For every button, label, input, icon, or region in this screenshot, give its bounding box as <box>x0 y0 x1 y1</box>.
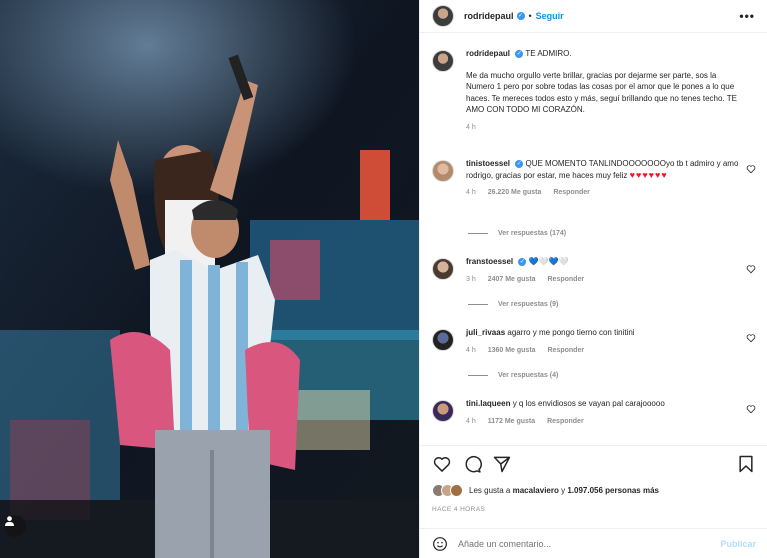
comment-time[interactable]: 4 h <box>466 189 476 196</box>
comment-text: agarro y me pongo tierno con tinitini <box>507 328 635 337</box>
comment-likes[interactable]: 2407 Me gusta <box>488 276 536 283</box>
comment-item: tini.laqueen y q los envidiosos se vayan… <box>432 398 756 427</box>
view-replies-label: Ver respuestas (4) <box>498 372 559 379</box>
likes-summary[interactable]: Les gusta a macalaviero y 1.097.056 pers… <box>432 484 659 497</box>
verified-badge-icon: ✓ <box>518 257 527 266</box>
caption-username[interactable]: rodridepaul <box>466 49 510 58</box>
comment-input[interactable] <box>458 538 698 549</box>
commenter-avatar[interactable] <box>432 160 454 182</box>
likes-count[interactable]: 1.097.056 personas más <box>567 486 659 495</box>
add-comment-bar: Publicar <box>420 528 767 558</box>
post-time-ago[interactable]: HACE 4 HORAS <box>432 506 485 513</box>
view-replies-label: Ver respuestas (9) <box>498 301 559 308</box>
comment-time[interactable]: 4 h <box>466 347 476 354</box>
comment-text: 💙🤍💙🤍 <box>528 257 569 266</box>
comment-likes[interactable]: 1360 Me gusta <box>488 347 536 354</box>
caption-text: Me da mucho orgullo verte brillar, graci… <box>466 70 737 115</box>
comment-time[interactable]: 4 h <box>466 418 476 425</box>
comment-text: y q los envidiosos se vayan pal carajooo… <box>512 399 665 408</box>
view-replies-button[interactable]: Ver respuestas (9) <box>468 301 558 308</box>
like-heart-icon[interactable] <box>432 454 452 474</box>
caption-title: TE ADMIRO. <box>525 49 572 58</box>
comment-username[interactable]: juli_rivaas <box>466 328 505 337</box>
comment-item: franstoessel ✓ 💙🤍💙🤍 3 h 2407 Me gusta Re… <box>432 256 756 285</box>
comment-item: juli_rivaas agarro y me pongo tierno con… <box>432 327 756 356</box>
comments-list[interactable]: rodridepaul ✓ TE ADMIRO. Me da mucho org… <box>420 34 767 444</box>
likes-and: y <box>561 486 566 495</box>
author-username[interactable]: rodridepaul <box>464 11 514 21</box>
reply-button[interactable]: Responder <box>548 347 585 354</box>
view-replies-button[interactable]: Ver respuestas (4) <box>468 372 558 379</box>
post-photo[interactable] <box>0 0 419 558</box>
commenter-avatar[interactable] <box>432 329 454 351</box>
post-header: rodridepaul ✓ • Seguir ••• <box>420 0 767 33</box>
concert-photo-illustration <box>0 0 419 558</box>
commenter-avatar[interactable] <box>432 400 454 422</box>
bookmark-icon[interactable] <box>736 454 756 474</box>
caption: rodridepaul ✓ TE ADMIRO. Me da mucho org… <box>432 48 756 133</box>
person-icon <box>4 516 15 526</box>
post-panel: rodridepaul ✓ • Seguir ••• rodridepaul ✓… <box>419 0 767 558</box>
replies-line <box>468 233 488 234</box>
follow-button[interactable]: Seguir <box>536 11 564 21</box>
replies-line <box>468 375 488 376</box>
tagged-users-button[interactable] <box>4 515 26 537</box>
instagram-post-modal: rodridepaul ✓ • Seguir ••• rodridepaul ✓… <box>0 0 767 558</box>
reply-button[interactable]: Responder <box>548 276 585 283</box>
separator-dot: • <box>528 11 532 21</box>
likes-prefix: Les gusta a <box>469 486 511 495</box>
verified-badge-icon: ✓ <box>515 49 524 58</box>
replies-line <box>468 304 488 305</box>
caption-avatar[interactable] <box>432 50 454 72</box>
publish-button[interactable]: Publicar <box>720 539 756 549</box>
caption-time[interactable]: 4 h <box>466 124 476 131</box>
verified-badge-icon: ✓ <box>516 12 525 20</box>
view-replies-label: Ver respuestas (174) <box>498 230 567 237</box>
like-comment-heart-icon[interactable] <box>746 164 756 174</box>
like-comment-heart-icon[interactable] <box>746 264 756 274</box>
emoji-icon[interactable] <box>432 536 448 552</box>
comment-likes[interactable]: 26.220 Me gusta <box>488 189 542 196</box>
verified-badge-icon: ✓ <box>515 159 524 168</box>
comment-bubble-icon[interactable] <box>462 454 482 474</box>
comment-likes[interactable]: 1172 Me gusta <box>488 418 535 425</box>
author-avatar[interactable] <box>432 5 454 27</box>
liker-avatar <box>450 484 463 497</box>
like-comment-heart-icon[interactable] <box>746 404 756 414</box>
red-hearts-emoji: ♥♥♥♥♥♥ <box>629 169 668 180</box>
comment-username[interactable]: franstoessel <box>466 257 513 266</box>
reply-button[interactable]: Responder <box>547 418 584 425</box>
action-icons <box>432 454 756 474</box>
comment-username[interactable]: tinistoessel <box>466 159 510 168</box>
more-options-icon[interactable]: ••• <box>739 9 755 23</box>
reply-button[interactable]: Responder <box>553 189 590 196</box>
comment-time[interactable]: 3 h <box>466 276 476 283</box>
share-paper-plane-icon[interactable] <box>492 454 512 474</box>
comment-item: tinistoessel ✓ QUE MOMENTO TANLINDOOOOOO… <box>432 158 756 199</box>
commenter-avatar[interactable] <box>432 258 454 280</box>
view-replies-button[interactable]: Ver respuestas (174) <box>468 230 566 237</box>
like-comment-heart-icon[interactable] <box>746 333 756 343</box>
comment-username[interactable]: tini.laqueen <box>466 399 510 408</box>
likes-username[interactable]: macalaviero <box>513 486 559 495</box>
likes-text: Les gusta a macalaviero y 1.097.056 pers… <box>469 486 659 495</box>
